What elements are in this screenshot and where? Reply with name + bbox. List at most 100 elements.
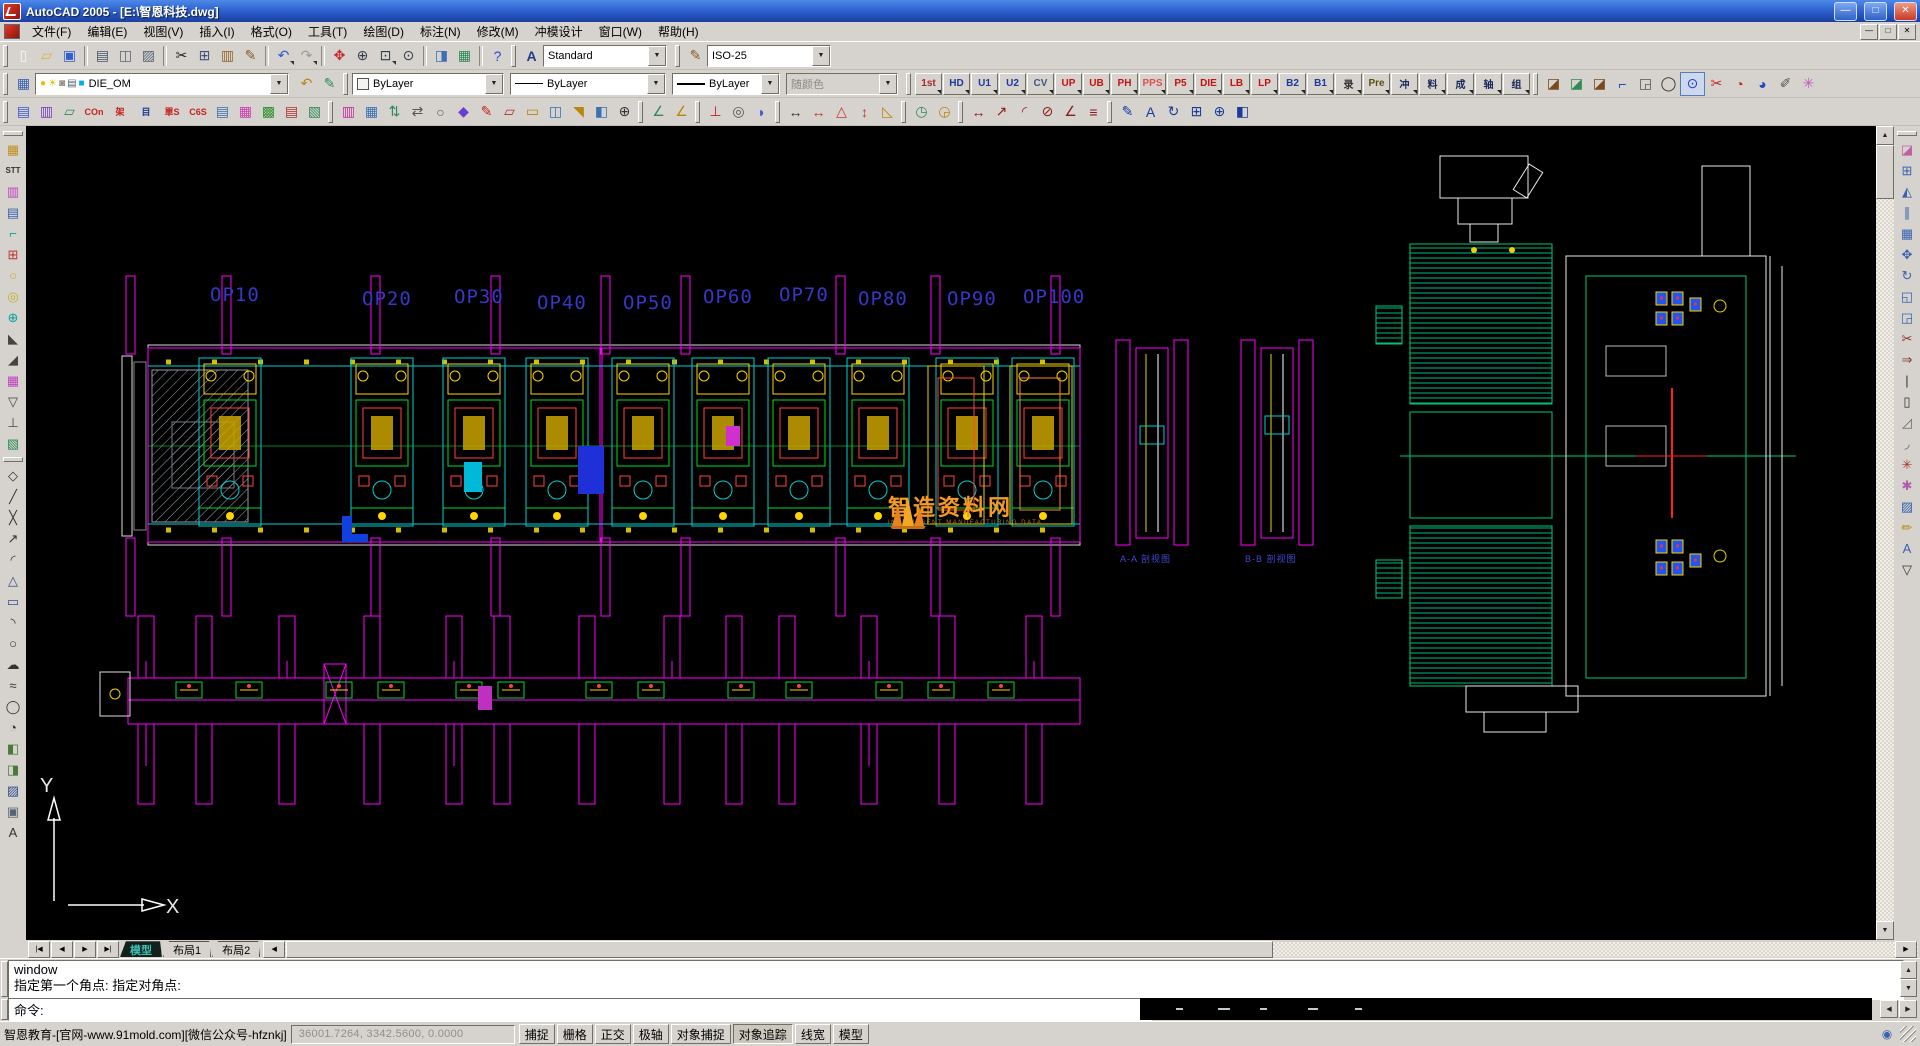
close-button[interactable]: ✕ <box>1894 2 1917 21</box>
circle-icon[interactable]: ○ <box>2 633 24 654</box>
combo-arrow-icon[interactable]: ▼ <box>485 74 503 94</box>
point-icon[interactable]: ◇ <box>2 465 24 486</box>
autocad-app-icon[interactable] <box>3 3 21 20</box>
bend-right-icon[interactable]: ◢ <box>2 349 24 370</box>
minimize-button[interactable]: — <box>1834 2 1857 21</box>
tab-layout2[interactable]: 布局2 <box>212 941 260 957</box>
dim-edit-icon[interactable]: ✎ <box>1116 101 1139 123</box>
erase-icon[interactable]: ◪ <box>1896 139 1918 160</box>
construction-line-icon[interactable]: ╳ <box>2 507 24 528</box>
toolbar-grip[interactable] <box>3 457 23 462</box>
menu-help[interactable]: 帮助(H) <box>650 22 707 41</box>
btn-zu[interactable]: 组 <box>1503 73 1530 95</box>
axe-icon[interactable]: ◥ <box>567 101 590 123</box>
sheet-stack-icon[interactable]: ▧ <box>303 101 326 123</box>
scroll-right-icon[interactable]: ▶ <box>1895 941 1917 958</box>
pdx-axis-icon[interactable]: ⇅ <box>383 101 406 123</box>
trim-icon[interactable]: ✂ <box>1896 328 1918 349</box>
ellipse-arc-icon[interactable]: ◔ <box>2 717 24 738</box>
arc-segment-icon[interactable]: ◜ <box>2 549 24 570</box>
layer-manager-icon[interactable]: ▦ <box>12 73 35 95</box>
tolerance-icon[interactable]: ⊞ <box>1185 101 1208 123</box>
toolbar-grip[interactable] <box>328 101 333 123</box>
toolbar-grip[interactable] <box>3 45 8 67</box>
target-grid-icon[interactable]: ⊞ <box>2 244 24 265</box>
snip-tool-icon[interactable]: ✂ <box>1705 73 1728 95</box>
btn-cheng[interactable]: 成 <box>1447 73 1474 95</box>
horizontal-scrollbar[interactable]: ◀ ▶ <box>263 942 1918 957</box>
btn-lp[interactable]: LP <box>1251 73 1278 95</box>
menu-dimension[interactable]: 标注(N) <box>412 22 469 41</box>
handbook-icon[interactable]: ▥ <box>35 101 58 123</box>
center-mark-icon[interactable]: ⊕ <box>1208 101 1231 123</box>
print-color-icon[interactable]: ▤ <box>211 101 234 123</box>
cut-icon[interactable]: ✂ <box>170 45 193 67</box>
properties-icon[interactable]: ◨ <box>430 45 453 67</box>
bom-list-icon[interactable]: ▤ <box>280 101 303 123</box>
tab-prev-button[interactable]: ◀ <box>51 941 73 958</box>
mirror-icon[interactable]: ◭ <box>1896 181 1918 202</box>
plot-preview-icon[interactable]: ◫ <box>114 45 137 67</box>
folder-export-icon[interactable]: ▱ <box>58 101 81 123</box>
chamfer-icon[interactable]: ◿ <box>1896 412 1918 433</box>
tab-first-button[interactable]: |◀ <box>28 941 50 958</box>
btn-u1[interactable]: U1 <box>971 73 998 95</box>
btn-b2[interactable]: B2 <box>1279 73 1306 95</box>
wipeout-icon[interactable]: ◆ <box>452 101 475 123</box>
drawing-canvas[interactable]: Y X OP10OP20OP30OP40OP50OP60OP70OP80OP90… <box>26 126 1876 940</box>
dan-s-icon[interactable]: 單S <box>159 101 185 123</box>
scroll-up-icon[interactable]: ▲ <box>1876 126 1894 145</box>
combo-arrow-icon[interactable]: ▼ <box>879 74 897 94</box>
toolbar-grip[interactable] <box>675 45 680 67</box>
dim-vert-icon[interactable]: ↕ <box>853 101 876 123</box>
die-set-icon[interactable]: ▦ <box>2 370 24 391</box>
color-combo[interactable]: ByLayer ▼ <box>352 73 504 95</box>
catalog-icon[interactable]: ▤ <box>12 101 35 123</box>
step-tool-icon[interactable]: ◲ <box>1634 73 1657 95</box>
toolbar-grip[interactable] <box>343 73 348 95</box>
stretch-icon[interactable]: ◲ <box>1896 307 1918 328</box>
aligned-dim-icon[interactable]: ↗ <box>990 101 1013 123</box>
btn-ph[interactable]: PH <box>1111 73 1138 95</box>
menu-edit[interactable]: 编辑(E) <box>79 22 135 41</box>
rectangle-icon[interactable]: ▭ <box>2 591 24 612</box>
sketch-icon[interactable]: ✏ <box>1896 517 1918 538</box>
paste-icon[interactable]: ▥ <box>216 45 239 67</box>
explode-icon[interactable]: ✳ <box>1896 454 1918 475</box>
btn-lb[interactable]: LB <box>1223 73 1250 95</box>
redo-icon[interactable]: ↷ <box>295 45 318 67</box>
printer-icon[interactable]: ▤ <box>67 78 76 89</box>
insert-block-icon[interactable]: ◧ <box>2 738 24 759</box>
combo-arrow-icon[interactable]: ▼ <box>812 46 830 66</box>
circle-tool-icon[interactable]: ○ <box>2 265 24 286</box>
btn-hd[interactable]: HD <box>943 73 970 95</box>
extend-icon[interactable]: ⇒ <box>1896 349 1918 370</box>
sun-icon[interactable]: ☀ <box>48 78 57 89</box>
pan-icon[interactable]: ✥ <box>328 45 351 67</box>
horizontal-scroll-thumb[interactable] <box>286 941 1273 958</box>
fan-tool-icon[interactable]: ◔ <box>1728 73 1751 95</box>
ellipse-icon[interactable]: ◯ <box>2 696 24 717</box>
zoom-realtime-icon[interactable]: ⊕ <box>351 45 374 67</box>
strip-ruler-icon[interactable]: ▥ <box>337 101 360 123</box>
toolbar-grip[interactable] <box>775 101 780 123</box>
doc-restore-button[interactable]: □ <box>1879 24 1897 40</box>
strip-funnel-icon[interactable]: ▽ <box>2 391 24 412</box>
layer-previous-icon[interactable]: ↶ <box>295 73 318 95</box>
toolbar-grip[interactable] <box>511 45 516 67</box>
dim-ord-icon[interactable]: ◺ <box>876 101 899 123</box>
document-icon[interactable] <box>4 24 20 39</box>
c6s-icon[interactable]: C6S <box>185 101 211 123</box>
toolbar-grip[interactable] <box>638 101 643 123</box>
layer-color-swatch[interactable]: ■ <box>79 78 85 89</box>
combo-arrow-icon[interactable]: ▼ <box>761 74 779 94</box>
plot-icon[interactable]: ▤ <box>91 45 114 67</box>
btn-cv[interactable]: CV <box>1027 73 1054 95</box>
toggle-polar[interactable]: 极轴 <box>633 1024 669 1044</box>
scale-icon[interactable]: ◱ <box>1896 286 1918 307</box>
btn-lu[interactable]: 录 <box>1335 73 1362 95</box>
t-slot-icon[interactable]: ⊥ <box>2 412 24 433</box>
scroll-right-icon[interactable]: ▶ <box>1899 1000 1917 1018</box>
hatch-edit-icon[interactable]: ▨ <box>1896 496 1918 517</box>
funnel-icon[interactable]: ▽ <box>1896 559 1918 580</box>
